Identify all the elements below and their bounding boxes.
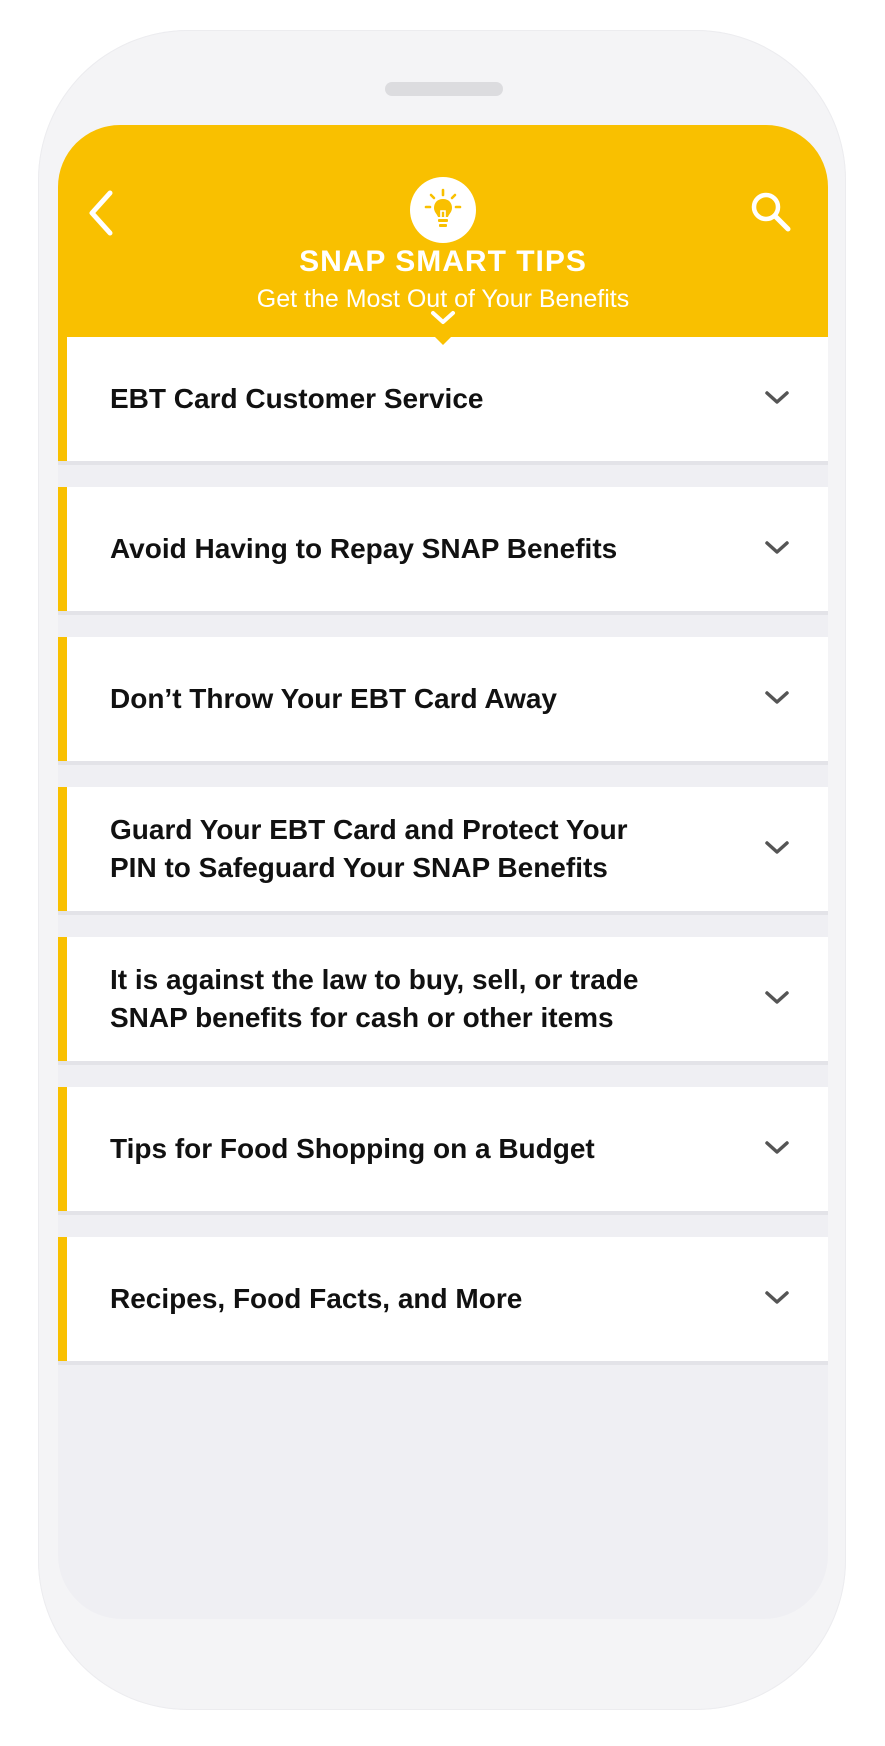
tip-item-recipes[interactable]: Recipes, Food Facts, and More <box>58 1237 828 1365</box>
search-button[interactable] <box>748 189 794 235</box>
app-header: SNAP SMART TIPS Get the Most Out of Your… <box>58 125 828 337</box>
chevron-down-icon <box>765 841 789 854</box>
tip-item-avoid-repay[interactable]: Avoid Having to Repay SNAP Benefits <box>58 487 828 615</box>
tip-item-guard-card[interactable]: Guard Your EBT Card and Protect Your PIN… <box>58 787 828 915</box>
chevron-down-icon <box>431 311 455 324</box>
chevron-down-icon <box>765 391 789 404</box>
accent-bar <box>58 1237 67 1361</box>
chevron-down-icon <box>765 1141 789 1154</box>
tip-label: Don’t Throw Your EBT Card Away <box>110 683 558 714</box>
page-title: SNAP SMART TIPS <box>299 245 587 278</box>
tip-label: It is against the law to buy, sell, or t… <box>110 964 639 1033</box>
back-button[interactable] <box>82 187 122 239</box>
accent-bar <box>58 487 67 611</box>
accent-bar <box>58 937 67 1061</box>
tip-label: EBT Card Customer Service <box>110 383 484 414</box>
tip-label: Avoid Having to Repay SNAP Benefits <box>110 533 618 564</box>
accent-bar <box>58 637 67 761</box>
tip-item-food-shopping[interactable]: Tips for Food Shopping on a Budget <box>58 1087 828 1215</box>
chevron-down-icon <box>765 541 789 554</box>
accent-bar <box>58 787 67 911</box>
search-icon <box>751 192 791 232</box>
lightbulb-icon <box>424 188 462 227</box>
chevron-left-icon <box>89 190 113 236</box>
chevron-down-icon <box>765 1291 789 1304</box>
lightbulb-badge <box>410 177 476 243</box>
accent-bar <box>58 337 67 461</box>
tip-label: Tips for Food Shopping on a Budget <box>110 1133 595 1164</box>
phone-speaker <box>385 82 503 96</box>
chevron-down-icon <box>765 991 789 1004</box>
app-screen: SNAP SMART TIPS Get the Most Out of Your… <box>58 125 828 1619</box>
tip-item-against-law[interactable]: It is against the law to buy, sell, or t… <box>58 937 828 1065</box>
chevron-down-icon <box>765 691 789 704</box>
tip-item-ebt-customer-service[interactable]: EBT Card Customer Service <box>58 337 828 465</box>
tip-label: Recipes, Food Facts, and More <box>110 1283 523 1314</box>
tip-item-dont-throw-card[interactable]: Don’t Throw Your EBT Card Away <box>58 637 828 765</box>
accent-bar <box>58 1087 67 1211</box>
tip-label: Guard Your EBT Card and Protect Your PIN… <box>110 814 628 883</box>
